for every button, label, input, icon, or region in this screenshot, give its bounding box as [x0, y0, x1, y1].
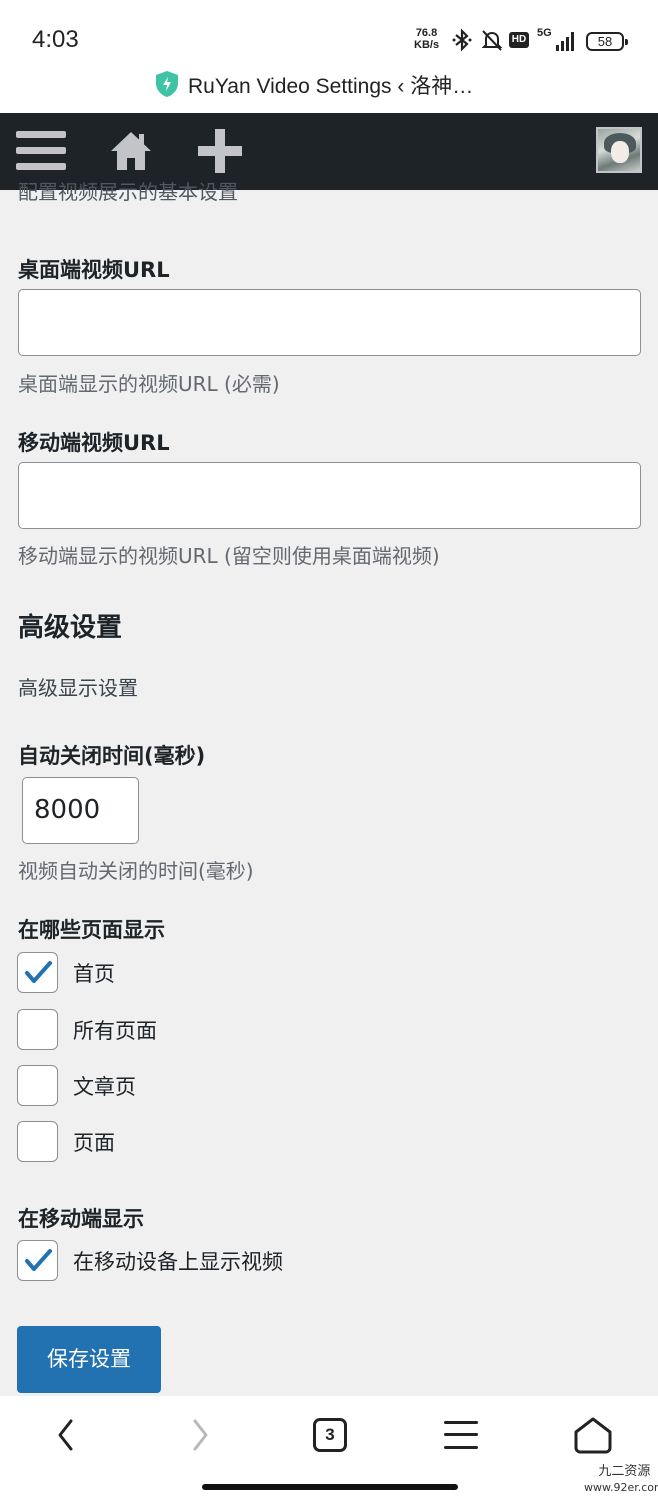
- status-bar: 4:03 76.8 KB/s HD 5G 58: [0, 0, 658, 62]
- checkbox-label: 页面: [73, 1131, 115, 1155]
- section-description: 配置视频展示的基本设置: [18, 180, 238, 204]
- desktop-url-label: 桌面端视频URL: [18, 258, 170, 282]
- advanced-settings-title: 高级设置: [18, 613, 123, 643]
- auto-close-input[interactable]: 8000: [22, 777, 139, 844]
- mute-bell-icon: [481, 30, 503, 51]
- network-type: 5G: [537, 27, 552, 39]
- forward-icon: [193, 1419, 208, 1451]
- auto-close-description: 视频自动关闭的时间(毫秒): [18, 859, 254, 883]
- save-settings-button[interactable]: 保存设置: [17, 1326, 161, 1393]
- checkmark-icon: [25, 1249, 52, 1271]
- avatar[interactable]: [596, 127, 642, 173]
- battery-indicator: 58: [586, 32, 628, 51]
- checkbox[interactable]: [17, 1121, 58, 1162]
- auto-close-label: 自动关闭时间(毫秒): [18, 744, 206, 768]
- checkbox-label: 所有页面: [73, 1019, 157, 1043]
- plus-icon: [198, 129, 242, 173]
- network-speed: 76.8 KB/s: [414, 27, 440, 51]
- checkbox-label: 文章页: [73, 1075, 136, 1099]
- checkbox-label: 首页: [73, 962, 115, 986]
- checkbox-label: 在移动设备上显示视频: [73, 1250, 283, 1274]
- hd-icon: HD: [509, 32, 529, 48]
- display-pages-label: 在哪些页面显示: [18, 918, 165, 942]
- checkbox[interactable]: [17, 1240, 58, 1281]
- mobile-url-input[interactable]: [18, 462, 641, 529]
- menu-icon: [444, 1421, 478, 1449]
- checkbox[interactable]: [17, 1009, 58, 1050]
- checkbox[interactable]: [17, 952, 58, 993]
- mobile-display-label: 在移动端显示: [18, 1207, 144, 1231]
- admin-menu-button[interactable]: [14, 127, 68, 175]
- shield-icon: [156, 71, 178, 97]
- desktop-url-description: 桌面端显示的视频URL (必需): [18, 372, 280, 396]
- clock: 4:03: [32, 26, 79, 53]
- browser-menu-button[interactable]: [433, 1410, 489, 1460]
- checkmark-icon: [25, 961, 52, 983]
- tabs-icon: 3: [313, 1418, 347, 1452]
- menu-icon: [16, 131, 66, 170]
- mobile-url-description: 移动端显示的视频URL (留空则使用桌面端视频): [18, 544, 440, 568]
- home-icon: [574, 1417, 612, 1454]
- admin-home-button[interactable]: [104, 127, 158, 175]
- page-title: RuYan Video Settings ‹ 洛神…: [188, 75, 474, 98]
- signal-icon: [556, 32, 574, 51]
- bluetooth-icon: [452, 28, 472, 52]
- back-button[interactable]: [38, 1410, 94, 1460]
- advanced-settings-description: 高级显示设置: [18, 676, 138, 700]
- mobile-url-label: 移动端视频URL: [18, 431, 170, 455]
- tabs-button[interactable]: 3: [302, 1410, 358, 1460]
- home-icon: [111, 132, 151, 170]
- desktop-url-input[interactable]: [18, 289, 641, 356]
- forward-button[interactable]: [172, 1410, 228, 1460]
- home-indicator: [202, 1484, 458, 1490]
- browser-bottom-nav: 3 九二资源 www.92er.com: [0, 1396, 658, 1500]
- back-icon: [58, 1419, 73, 1451]
- browser-title-bar[interactable]: RuYan Video Settings ‹ 洛神…: [0, 62, 658, 113]
- watermark: 九二资源 www.92er.com: [584, 1464, 658, 1494]
- admin-new-button[interactable]: [193, 127, 247, 175]
- browser-home-button[interactable]: [565, 1410, 621, 1460]
- checkbox[interactable]: [17, 1065, 58, 1106]
